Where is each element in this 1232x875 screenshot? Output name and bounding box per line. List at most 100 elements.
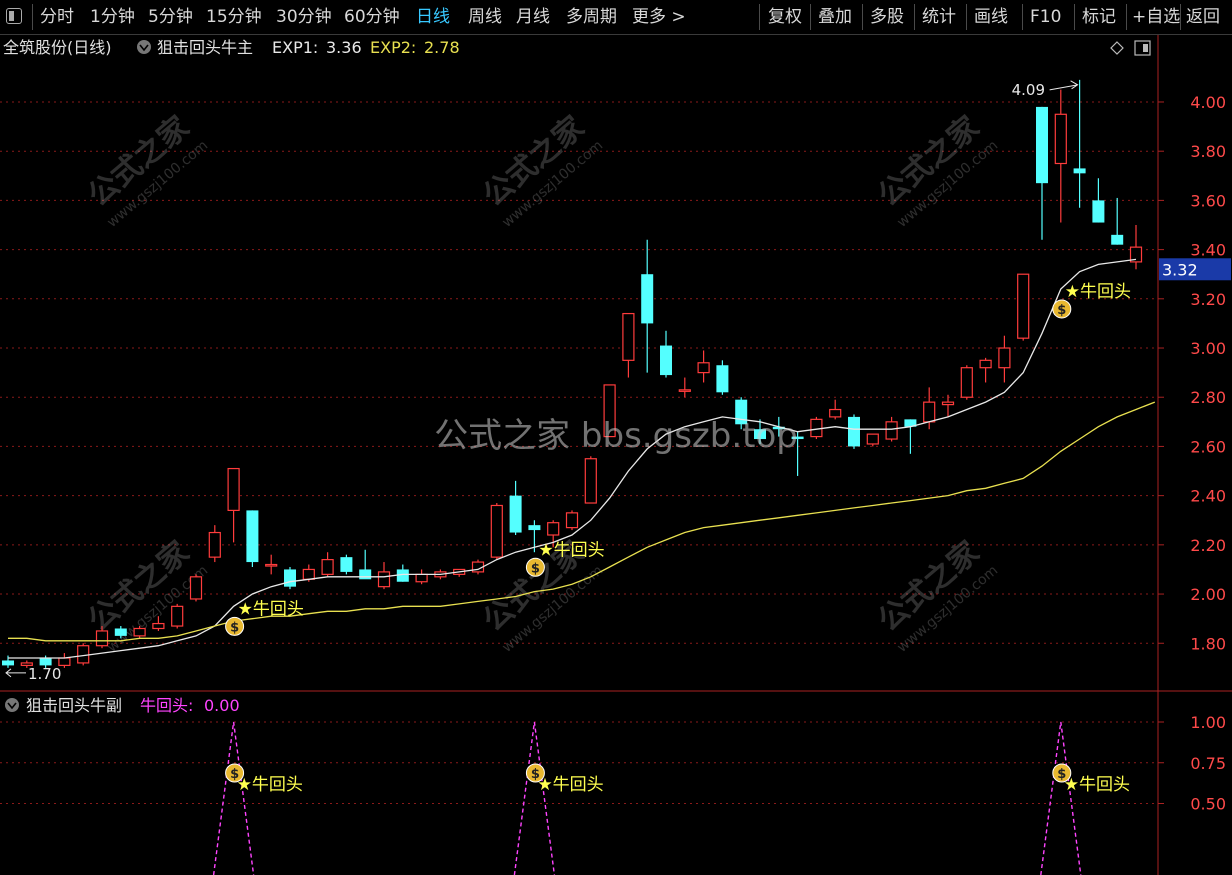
y-tick-label: 2.80 [1190, 388, 1226, 407]
candle-body [2, 660, 14, 666]
exp1-label: EXP1: [272, 38, 318, 57]
toolbar: 分时 1分钟 5分钟 15分钟 30分钟 60分钟 日线 周线 月线 多周期 更多 > 复权 叠加 多股统… [0, 0, 1232, 35]
period-tab-2[interactable]: 5分钟 [148, 0, 193, 34]
candle-body [866, 433, 879, 445]
period-tab-10[interactable]: 更多 > [632, 0, 686, 34]
toolbar-divider [966, 4, 967, 30]
candle-body [284, 569, 296, 587]
candle-body [227, 467, 240, 511]
candle-body [678, 389, 691, 392]
period-tab-1[interactable]: 1分钟 [90, 0, 135, 34]
tool-button-1[interactable]: 叠加 [818, 0, 852, 34]
sub-y-tick-label: 1.00 [1190, 713, 1226, 732]
candle-body [114, 628, 127, 636]
layout-icon-fill [1143, 44, 1148, 52]
candle-body [697, 362, 710, 374]
toolbar-divider [810, 4, 811, 30]
period-tab-3[interactable]: 15分钟 [206, 0, 262, 34]
money-bag-symbol: $ [1057, 303, 1066, 318]
candle-body [1073, 168, 1086, 174]
main-indicator-name: 狙击回头牛主 [157, 38, 253, 57]
exp2-value: 2.78 [424, 38, 460, 57]
candle-body [133, 627, 146, 637]
high-price-label: 4.09 [1012, 81, 1045, 99]
tool-button-2[interactable]: 多股 [870, 0, 904, 34]
dropdown-icon [137, 40, 151, 54]
tool-button-5[interactable]: F10 [1030, 0, 1061, 34]
y-tick-label: 3.80 [1190, 142, 1226, 161]
tool-button-4[interactable]: 画线 [974, 0, 1008, 34]
y-tick-label: 4.00 [1190, 93, 1226, 112]
watermark-stamp: 公式之家www.gszj100.com [82, 110, 212, 231]
candle-body [547, 522, 560, 536]
toolbar-divider [1126, 4, 1127, 30]
candle-body [716, 365, 729, 393]
y-tick-label: 3.60 [1190, 191, 1226, 210]
low-price-label: 1.70 [28, 665, 61, 683]
signal-label: ★牛回头 [1065, 282, 1131, 302]
tool-button-0[interactable]: 复权 [768, 0, 802, 34]
sub-signal-label: ★牛回头 [237, 775, 303, 795]
candle-body [1036, 106, 1048, 184]
y-tick-label: 2.20 [1190, 536, 1226, 555]
candle-body [302, 568, 315, 580]
candle-body [998, 347, 1011, 369]
y-tick-label: 2.40 [1190, 487, 1226, 506]
period-tab-4[interactable]: 30分钟 [276, 0, 332, 34]
candle-body [885, 421, 898, 440]
candle-body [321, 559, 334, 575]
candle-body [810, 418, 823, 438]
toolbar-divider [862, 4, 863, 30]
candle-body [189, 576, 203, 600]
sub-signal-value: 0.00 [204, 696, 240, 715]
candle-body [208, 531, 221, 558]
period-tab-5[interactable]: 60分钟 [344, 0, 400, 34]
candle-body [960, 367, 973, 398]
center-watermark: 公式之家 bbs.gszb.top [434, 416, 798, 456]
candle-body [528, 525, 541, 531]
candle-body [660, 345, 672, 376]
sub-signal-label: ★牛回头 [537, 775, 603, 795]
candle-body [396, 569, 409, 582]
kline-chart: 4.00 3.80 3.60 3.40 3.20 3.00 2.80 2.60 2.40 2.20… [0, 35, 1232, 875]
candle-body [77, 645, 90, 664]
candle-body [622, 312, 635, 361]
candle-body [340, 557, 353, 572]
period-tab-8[interactable]: 月线 [516, 0, 550, 34]
toolbar-divider [914, 4, 915, 30]
period-tab-7[interactable]: 周线 [468, 0, 502, 34]
sub-signal-label: ★牛回头 [1064, 775, 1130, 795]
candle-body [1054, 113, 1067, 165]
candle-body [152, 622, 165, 630]
tool-button-7[interactable]: +自选 [1132, 0, 1180, 34]
candle-body [509, 495, 522, 533]
tool-button-3[interactable]: 统计 [922, 0, 956, 34]
toolbar-divider [32, 4, 33, 30]
sub-y-tick-label: 0.50 [1190, 795, 1226, 814]
candle-body [584, 458, 597, 504]
exp1-value: 3.36 [326, 38, 362, 57]
tool-button-6[interactable]: 标记 [1082, 0, 1116, 34]
tool-button-8[interactable]: 返回 [1186, 0, 1220, 34]
sub-indicator-name: 狙击回头牛副 [26, 696, 122, 715]
toolbar-divider [759, 4, 760, 30]
last-price-label: 3.32 [1162, 260, 1198, 279]
candle-body [359, 569, 372, 580]
period-tab-0[interactable]: 分时 [40, 0, 74, 34]
y-tick-label: 3.40 [1190, 241, 1226, 260]
panel-toggle-icon[interactable] [6, 8, 22, 24]
signal-label: ★牛回头 [238, 599, 304, 619]
stock-name: 全筑股份(日线) [3, 38, 112, 57]
low-arrow-icon [5, 668, 26, 678]
candle-body [848, 416, 860, 447]
money-bag-symbol: $ [230, 620, 239, 635]
toolbar-divider [1022, 4, 1023, 30]
candle-body [829, 408, 842, 418]
period-tab-9[interactable]: 多周期 [566, 0, 617, 34]
period-tab-6[interactable]: 日线 [416, 0, 450, 34]
signal-label: ★牛回头 [538, 540, 604, 560]
exp2-label: EXP2: [370, 38, 416, 57]
candle-body [95, 630, 109, 647]
candle-body [1111, 234, 1124, 245]
candle-body [171, 605, 184, 627]
